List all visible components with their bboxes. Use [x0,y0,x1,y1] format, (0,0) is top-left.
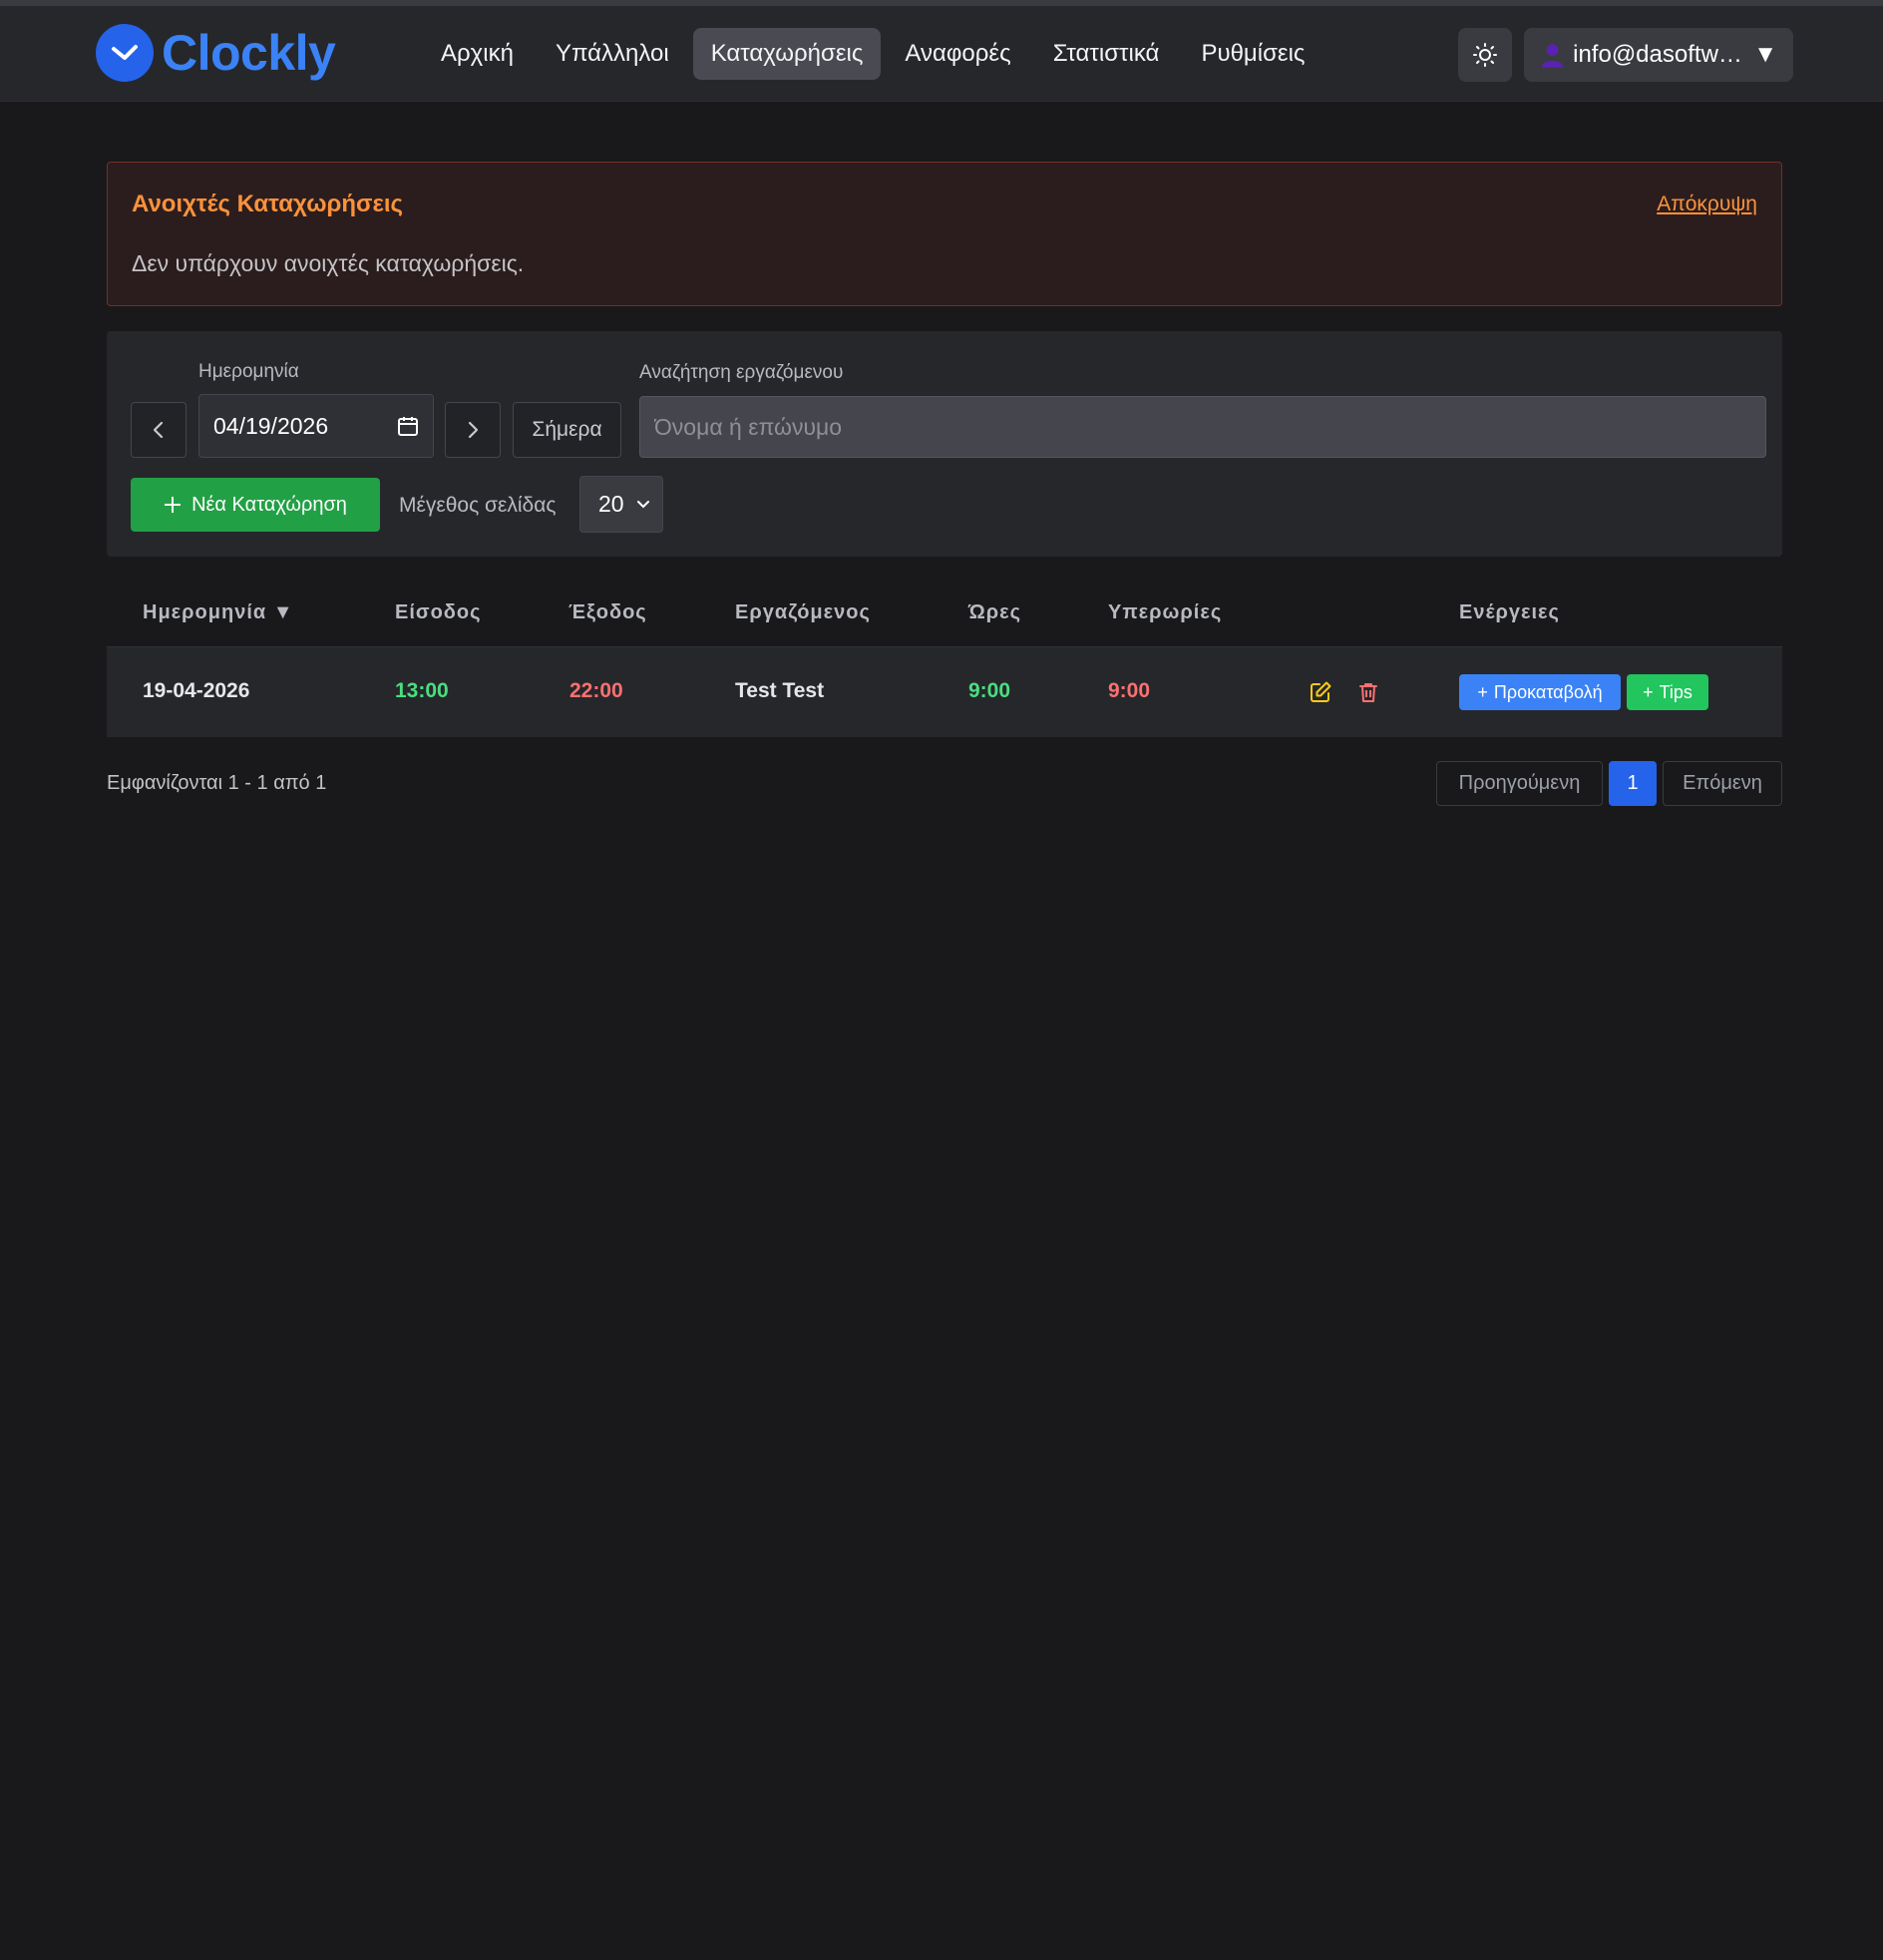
logo[interactable]: Clockly [96,24,336,82]
sun-icon [1473,43,1497,67]
next-day-button[interactable] [445,402,501,458]
prev-page-button[interactable]: Προηγούμενη [1436,761,1603,806]
calendar-icon[interactable] [397,415,419,437]
clock-icon [96,24,154,82]
user-menu-button[interactable]: info@dasoftwa... ▼ [1524,28,1793,82]
tips-label: Tips [1659,681,1693,702]
cell-entry-time: 13:00 [395,679,449,702]
page-size-label: Μέγεθος σελίδας [399,494,557,517]
cell-exit-time: 22:00 [569,679,623,702]
navbar: Clockly Αρχική Υπάλληλοι Καταχωρήσεις Αν… [0,6,1883,102]
nav-item-statistics[interactable]: Στατιστικά [1035,28,1178,80]
nav-item-reports[interactable]: Αναφορές [887,28,1028,80]
table-header: Ημερομηνία ▼ Είσοδος Έξοδος Εργαζόμενος … [107,593,1782,647]
nav-item-entries[interactable]: Καταχωρήσεις [692,28,882,80]
alert-hide-link[interactable]: Απόκρυψη [1657,193,1757,216]
theme-toggle-button[interactable] [1458,28,1512,82]
page-size-value: 20 [598,491,624,517]
pagination-summary: Εμφανίζονται 1 - 1 από 1 [107,772,327,794]
trash-icon[interactable] [1356,680,1380,704]
nav-item-employees[interactable]: Υπάλληλοι [538,28,687,80]
cell-date: 19-04-2026 [143,679,250,702]
today-button[interactable]: Σήμερα [513,402,621,458]
column-header-exit: Έξοδος [568,601,647,623]
search-label: Αναζήτηση εργαζόμενου [639,362,844,383]
plus-icon: + [1643,681,1654,702]
column-header-overtime: Υπερωρίες [1108,601,1223,623]
app-name: Clockly [162,25,336,81]
page-1-button[interactable]: 1 [1609,761,1657,806]
main-nav: Αρχική Υπάλληλοι Καταχωρήσεις Αναφορές Σ… [423,28,1323,80]
chevron-down-icon: ▼ [1753,41,1777,68]
cell-employee: Test Test [735,679,825,702]
prev-day-button[interactable] [131,402,187,458]
cell-overtime: 9:00 [1108,679,1151,702]
column-header-entry: Είσοδος [395,601,482,623]
add-advance-button[interactable]: + Προκαταβολή [1459,674,1621,710]
edit-icon[interactable] [1309,680,1332,704]
date-label: Ημερομηνία [198,361,299,382]
column-header-date[interactable]: Ημερομηνία ▼ [143,601,294,624]
date-input[interactable]: 04/19/2026 [198,394,434,458]
column-header-hours: Ώρες [968,601,1022,623]
nav-item-home[interactable]: Αρχική [423,28,532,80]
new-entry-button[interactable]: Νέα Καταχώρηση [131,478,380,532]
next-page-button[interactable]: Επόμενη [1663,761,1782,806]
alert-title: Ανοιχτές Καταχωρήσεις [132,191,404,217]
chevron-right-icon [468,421,479,439]
add-tips-button[interactable]: + Tips [1627,674,1708,710]
date-value: 04/19/2026 [213,412,329,439]
user-email: info@dasoftwa... [1573,41,1746,68]
filter-panel: Ημερομηνία 04/19/2026 Σήμερα Αναζήτηση ε… [107,331,1782,557]
page-size-select[interactable]: 20 [579,476,663,533]
plus-icon [165,497,182,513]
alert-message: Δεν υπάρχουν ανοιχτές καταχωρήσεις. [132,250,525,276]
column-header-actions: Ενέργειες [1459,601,1560,623]
new-entry-label: Νέα Καταχώρηση [191,493,347,516]
open-entries-alert: Ανοιχτές Καταχωρήσεις Απόκρυψη Δεν υπάρχ… [107,162,1782,306]
advance-label: Προκαταβολή [1493,681,1603,702]
chevron-left-icon [153,421,164,439]
user-avatar-icon [1541,44,1564,68]
nav-item-settings[interactable]: Ρυθμίσεις [1183,28,1322,80]
chevron-down-icon [637,500,649,508]
employee-search-input[interactable] [639,396,1766,458]
cell-hours: 9:00 [968,679,1011,702]
plus-icon: + [1477,681,1488,702]
table-row: 19-04-2026 13:00 22:00 Test Test 9:00 9:… [107,647,1782,737]
column-header-employee: Εργαζόμενος [735,601,871,623]
